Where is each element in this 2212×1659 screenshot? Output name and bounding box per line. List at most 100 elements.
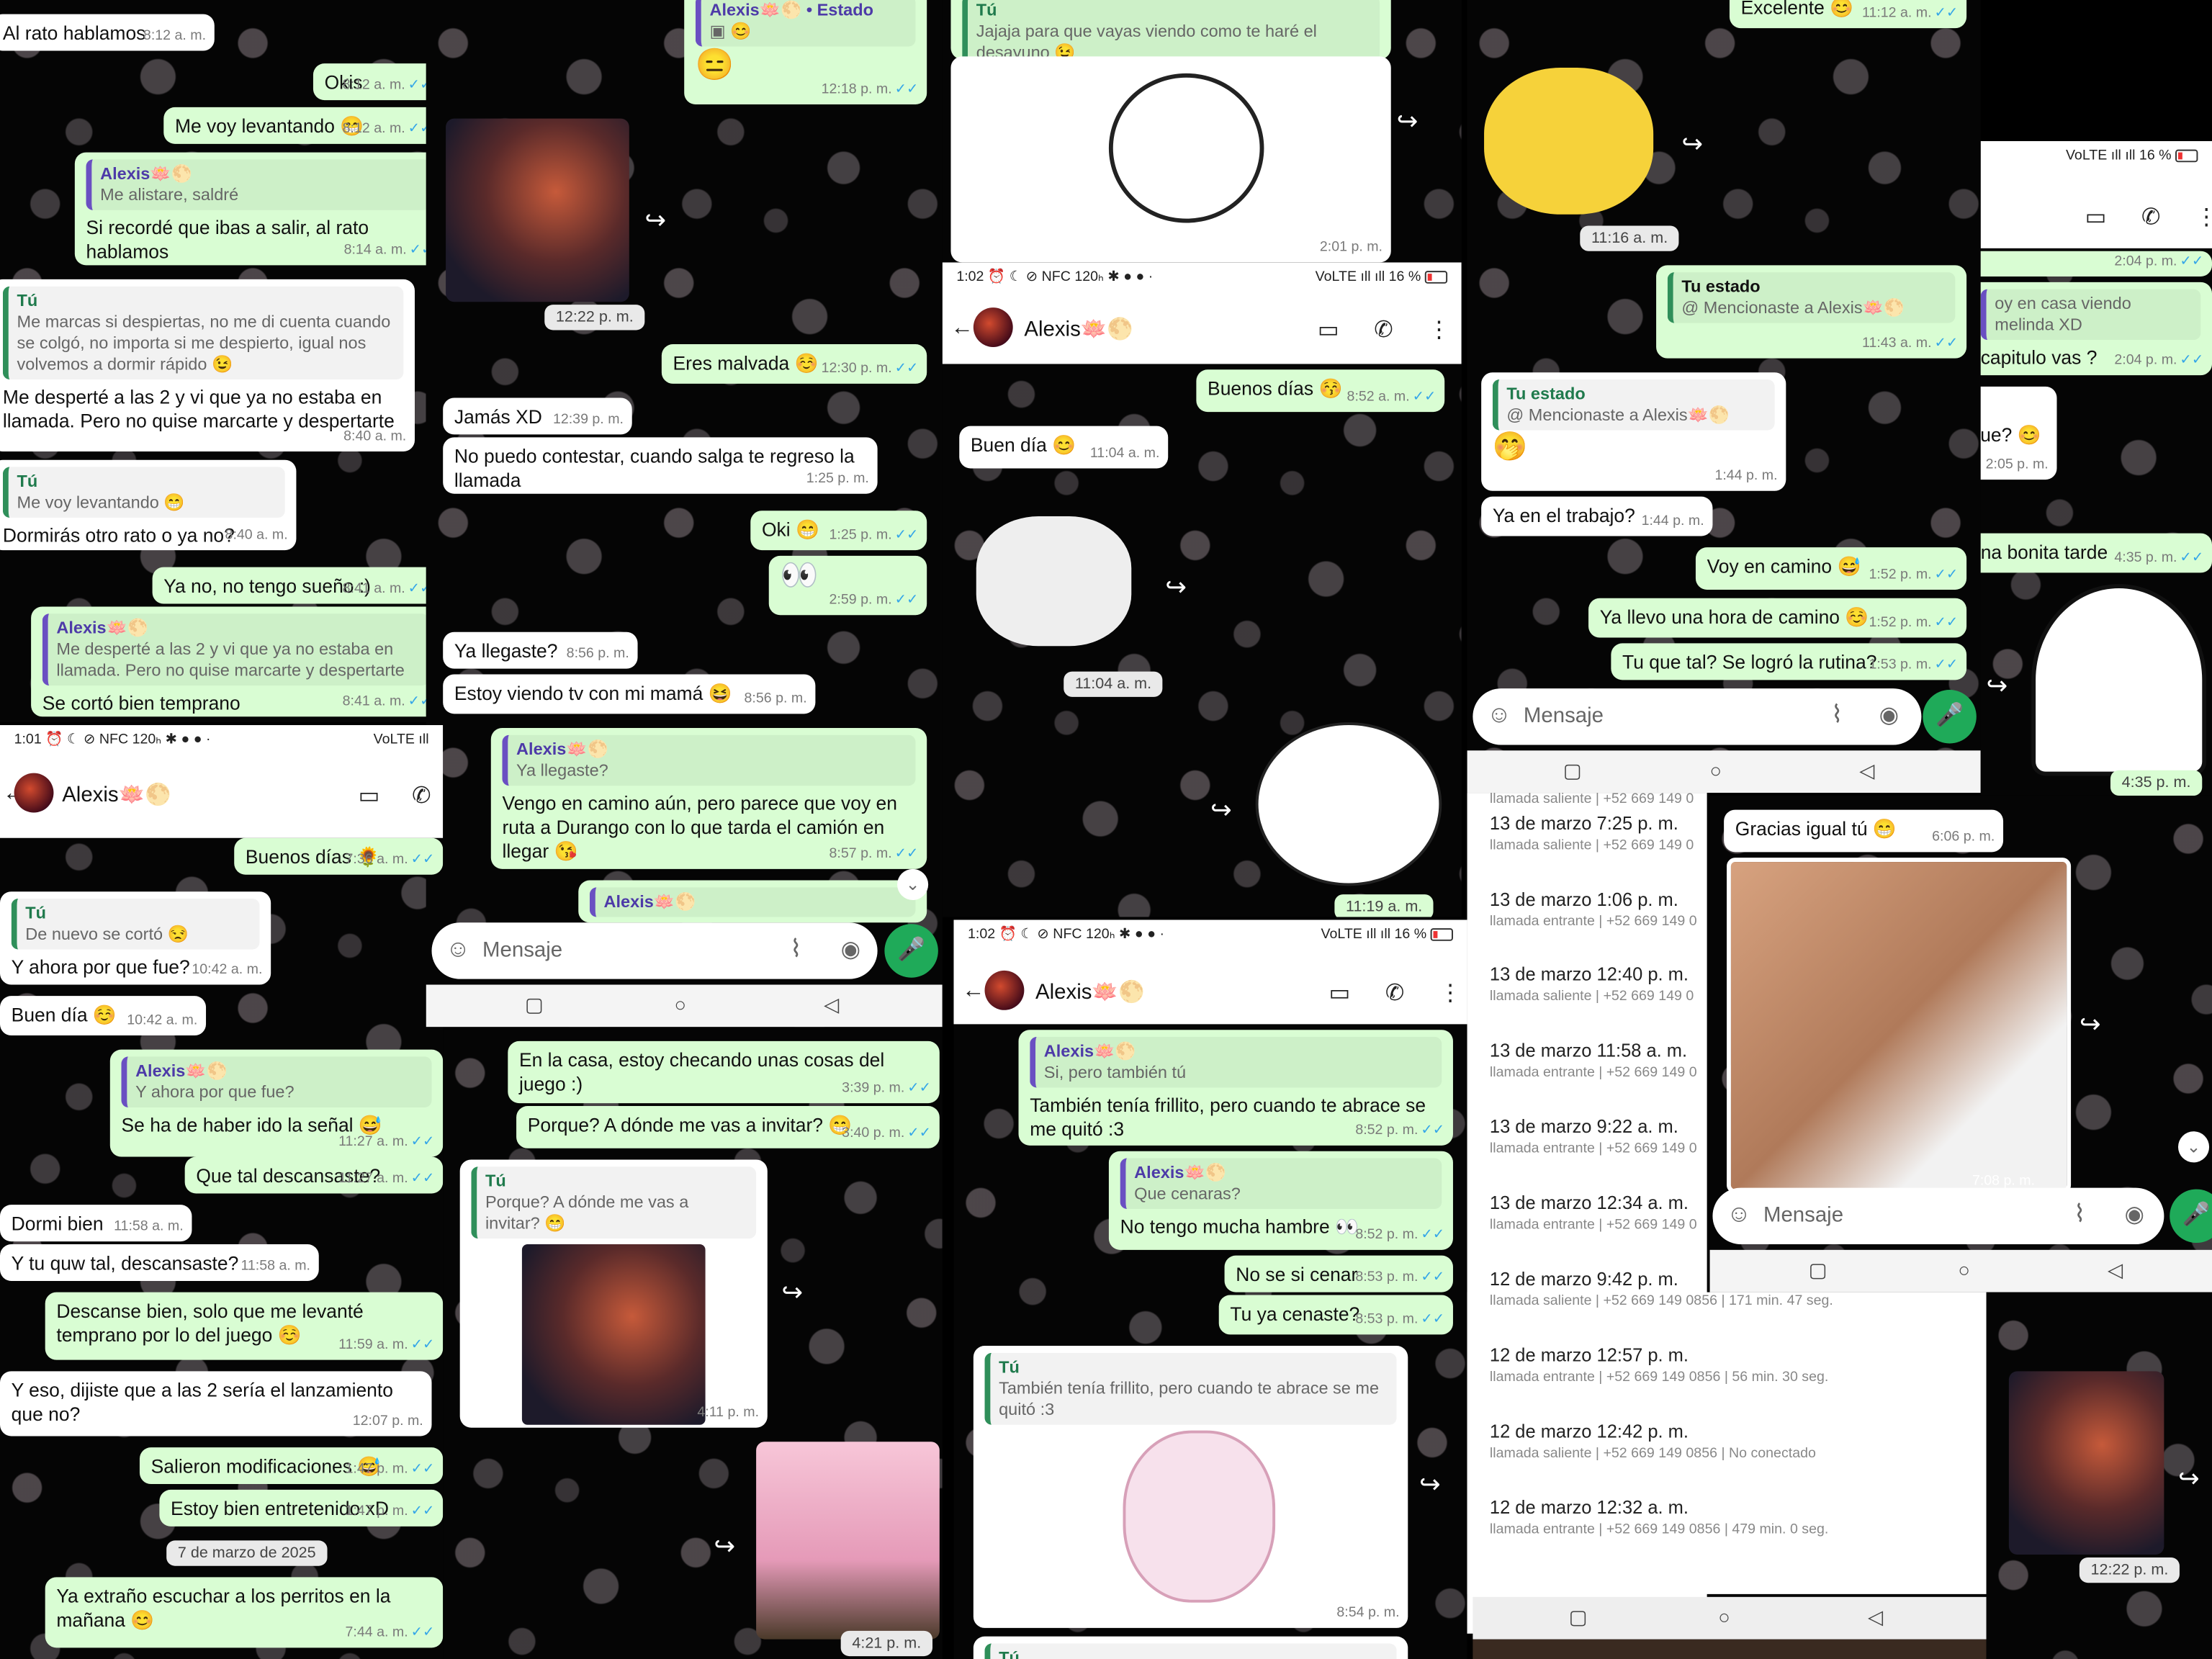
message-bubble-reply[interactable]: Alexis🪷🌕 Y ahora por que fue? Se ha de ha…	[109, 1049, 444, 1157]
emoji-icon[interactable]: ☺	[446, 935, 470, 963]
message-bubble[interactable]: Al rato hablamos 8:12 a. m.	[0, 14, 215, 51]
message-bubble[interactable]: Ya llevo una hora de camino ☺️ 1:52 p. m.…	[1588, 598, 1967, 638]
horror-doll-image[interactable]	[521, 1244, 706, 1425]
message-bubble[interactable]: Estoy viendo tv con mi mamá 😆 8:56 p. m.	[443, 674, 816, 714]
attach-icon[interactable]: ⌇	[2074, 1200, 2085, 1228]
message-bubble[interactable]: Ya extraño escuchar a los perritos en la…	[45, 1577, 444, 1648]
forward-icon[interactable]: ↪	[1210, 796, 1232, 825]
forward-icon[interactable]: ↪	[1987, 672, 2008, 701]
message-bubble-reply[interactable]: Alexis🪷🌕 Que cenaras? No tengo mucha hamb…	[1108, 1151, 1453, 1250]
forward-icon[interactable]: ↪	[1681, 130, 1703, 159]
message-bubble[interactable]: Y tu quw tal, descansaste? 11:58 a. m.	[0, 1244, 319, 1281]
video-call-icon[interactable]: ▭	[1329, 979, 1351, 1007]
home-icon[interactable]: ○	[1710, 759, 1722, 781]
message-bubble[interactable]: No se si cenar 8:53 p. m. ✓✓	[1224, 1255, 1453, 1292]
call-log-entry[interactable]: 13 de marzo 11:58 a. m. llamada entrante …	[1490, 1040, 1701, 1081]
video-call-icon[interactable]: ▭	[2085, 203, 2107, 231]
attach-icon[interactable]: ⌇	[1831, 701, 1843, 729]
back-arrow-icon[interactable]: ←	[950, 316, 973, 341]
horror-doll-image[interactable]	[2008, 1371, 2164, 1555]
phone-icon[interactable]: ✆	[1374, 316, 1393, 344]
message-bubble[interactable]: Me voy levantando 😁8:12 a. m.✓✓	[163, 107, 426, 144]
phone-icon[interactable]: ✆	[2141, 203, 2160, 231]
message-bubble-reply[interactable]: Tú Me voy levantando 😁 Dormirás otro rato…	[0, 459, 297, 551]
horror-doll-image[interactable]	[446, 118, 629, 302]
status-reply-bubble[interactable]: Alexis🪷🌕 • Estado ▣ 😊 😑 12:18 p. m. ✓✓	[684, 0, 927, 104]
quoted-message[interactable]: Tú También tenía frillito, pero cuando te…	[984, 1352, 1397, 1425]
quoted-message[interactable]: Tú	[984, 1643, 1397, 1659]
video-call-icon[interactable]: ▭	[359, 781, 380, 809]
back-arrow-icon[interactable]: ←	[962, 979, 984, 1004]
more-options-icon[interactable]: ⋮	[1428, 316, 1450, 344]
home-icon[interactable]: ○	[674, 993, 686, 1015]
call-log-entry[interactable]: 12 de marzo 12:32 a. m. llamada entrante …	[1490, 1497, 1969, 1538]
back-icon[interactable]: ◁	[824, 993, 839, 1017]
mic-button[interactable]: 🎤	[884, 924, 938, 978]
more-options-icon[interactable]: ⋮	[1439, 979, 1461, 1007]
message-bubble[interactable]: Que tal descansaste? 11:27 a. m. ✓✓	[184, 1156, 444, 1194]
video-call-icon[interactable]: ▭	[1318, 316, 1339, 344]
chat-title[interactable]: Alexis🪷🌕	[1035, 979, 1145, 1004]
call-log-entry[interactable]: 13 de marzo 7:25 p. m. llamada saliente |…	[1490, 812, 1701, 853]
recents-icon[interactable]: ▢	[1809, 1259, 1827, 1282]
quoted-message[interactable]: Alexis🪷🌕 Si, pero también tú	[1030, 1037, 1442, 1088]
forward-icon[interactable]: ↪	[644, 206, 666, 235]
quoted-status[interactable]: Tu estado @ Mencionaste a Alexis🪷🌕	[1667, 272, 1956, 323]
recents-icon[interactable]: ▢	[1563, 759, 1582, 783]
quoted-message[interactable]: Alexis🪷🌕 Ya llegaste?	[502, 734, 916, 786]
home-icon[interactable]: ○	[1718, 1606, 1730, 1628]
avatar[interactable]	[973, 307, 1013, 347]
avatar[interactable]	[984, 970, 1025, 1010]
call-log-entry[interactable]: 12 de marzo 12:57 p. m. llamada entrante …	[1490, 1344, 1969, 1385]
message-bubble[interactable]: 2:04 p. m. ✓✓	[1980, 251, 2212, 277]
call-log-entry[interactable]: 13 de marzo 12:34 a. m. llamada entrante …	[1490, 1192, 1701, 1233]
camera-icon[interactable]: ◉	[1879, 701, 1899, 729]
quoted-status[interactable]: Alexis🪷🌕 • Estado ▣ 😊	[695, 0, 916, 47]
recents-icon[interactable]: ▢	[1569, 1606, 1588, 1629]
quoted-message[interactable]: Tú Me marcas si despiertas, no me di cuen…	[2, 286, 404, 380]
emoji-icon[interactable]: ☺	[1487, 701, 1511, 729]
forward-icon[interactable]: ↪	[2080, 1010, 2101, 1040]
call-log-entry[interactable]: 13 de marzo 1:06 p. m. llamada entrante |…	[1490, 889, 1701, 930]
camera-icon[interactable]: ◉	[841, 935, 860, 963]
message-bubble-partial[interactable]: Tú	[973, 1636, 1408, 1659]
emoji-icon[interactable]: ☺	[1727, 1200, 1751, 1228]
message-bubble[interactable]: Ya en el trabajo? 1:44 p. m.	[1481, 496, 1713, 536]
quoted-message[interactable]: oy en casa viendo melinda XD	[1980, 289, 2201, 341]
quoted-status[interactable]: Tu estado @ Mencionaste a Alexis🪷🌕	[1492, 379, 1775, 431]
cat-hearts-sticker[interactable]	[976, 516, 1132, 647]
home-icon[interactable]: ○	[1958, 1259, 1970, 1281]
message-bubble[interactable]: Eres malvada ☺️ 12:30 p. m. ✓✓	[661, 344, 927, 384]
status-reply-bubble[interactable]: Tu estado @ Mencionaste a Alexis🪷🌕 🤭 1:44 …	[1481, 372, 1786, 491]
message-bubble[interactable]: No puedo contestar, cuando salga te regr…	[443, 437, 878, 494]
message-bubble[interactable]: Buen día 😊 11:04 a. m.	[959, 426, 1169, 469]
message-bubble[interactable]: Y eso, dijiste que a las 2 sería el lanz…	[0, 1371, 432, 1437]
message-bubble[interactable]: fue? 😊 2:05 p. m.	[1980, 386, 2057, 480]
message-bubble[interactable]: Ya llegaste? 8:56 p. m.	[443, 631, 638, 669]
cat-sticker[interactable]	[1108, 73, 1264, 223]
message-bubble[interactable]: En la casa, estoy checando unas cosas de…	[508, 1040, 940, 1104]
quoted-message[interactable]: Alexis🪷🌕 Que cenaras?	[1120, 1158, 1442, 1210]
anime-girl-sticker[interactable]	[756, 1442, 940, 1640]
forward-icon[interactable]: ↪	[714, 1532, 735, 1562]
back-icon[interactable]: ◁	[1859, 759, 1874, 783]
message-bubble-reply[interactable]: Tú Jajaja para que vayas viendo como te h…	[950, 0, 1391, 68]
quoted-message[interactable]: Alexis🪷🌕 Y ahora por que fue?	[121, 1056, 432, 1107]
forward-icon[interactable]: ↪	[1397, 107, 1419, 137]
more-options-icon[interactable]: ⋮	[2195, 203, 2212, 231]
sticker-bubble[interactable]: 2:01 p. m.	[950, 56, 1391, 263]
message-bubble[interactable]: Jamás XD 12:39 p. m.	[443, 397, 632, 435]
call-log-entry[interactable]: 13 de marzo 9:22 a. m. llamada entrante |…	[1490, 1116, 1701, 1157]
quoted-message[interactable]: Alexis🪷🌕 Me alistare, saldré	[86, 159, 426, 210]
message-bubble-reply[interactable]: Alexis🪷🌕 Si, pero también tú También tení…	[1018, 1030, 1453, 1146]
sticker-reply-bubble[interactable]: Tú También tenía frillito, pero cuando te…	[973, 1346, 1408, 1628]
ghost-sticker[interactable]	[2031, 584, 2207, 776]
quoted-message[interactable]: Alexis🪷🌕	[589, 887, 916, 917]
mic-button[interactable]: 🎤	[1923, 690, 1977, 744]
message-bubble-reply[interactable]: Alexis🪷🌕 Me alistare, saldré Si recordé q…	[74, 152, 426, 266]
status-reply-bubble[interactable]: Tu estado @ Mencionaste a Alexis🪷🌕 11:43 …	[1656, 265, 1967, 359]
hug-sticker[interactable]	[1255, 722, 1442, 886]
message-bubble[interactable]: Tu que tal? Se logró la rutina? 1:53 p. m…	[1611, 643, 1967, 680]
forward-icon[interactable]: ↪	[2178, 1465, 2200, 1494]
chat-title[interactable]: Alexis🪷🌕	[62, 781, 171, 806]
